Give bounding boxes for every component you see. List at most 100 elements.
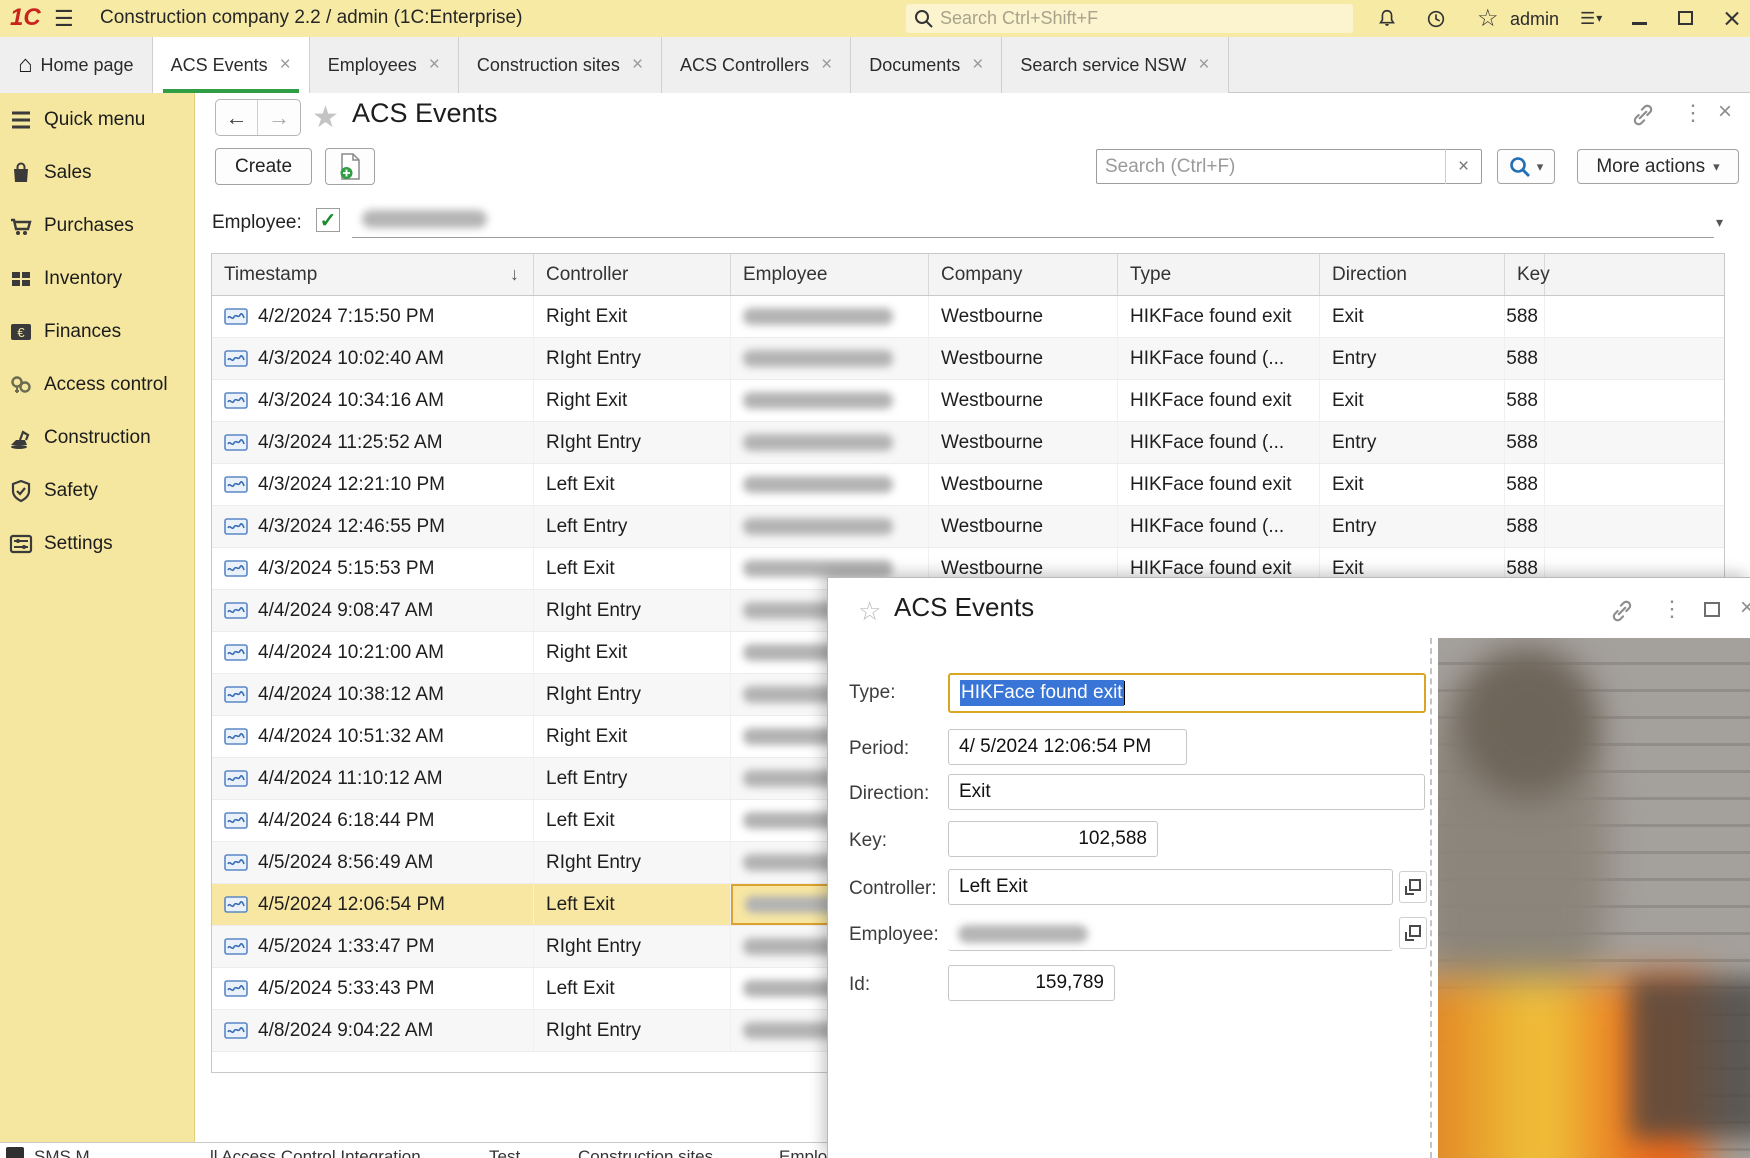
tab-home-page[interactable]: ⌂Home page [0, 37, 153, 93]
cell-key[interactable]: 102,588 [1505, 422, 1545, 463]
employee-filter-checkbox[interactable]: ✓ [316, 208, 340, 232]
cell-direction[interactable]: Exit [1320, 296, 1505, 337]
forward-button[interactable]: → [258, 100, 300, 135]
sidebar-item-settings[interactable]: Settings [0, 517, 194, 570]
cell-employee[interactable] [731, 422, 929, 463]
cell-controller[interactable]: Left Exit [534, 968, 731, 1009]
cell-type[interactable]: HIKFace found (... [1118, 506, 1320, 547]
cell-timestamp[interactable]: 4/4/2024 10:51:32 AM [212, 716, 534, 757]
cell-direction[interactable]: Exit [1320, 380, 1505, 421]
table-row[interactable]: 4/3/2024 10:02:40 AMRIght Entry Westbourn… [212, 338, 1724, 380]
more-actions-button[interactable]: More actions ▾ [1577, 149, 1739, 184]
col-header-company[interactable]: Company [929, 254, 1118, 295]
cell-controller[interactable]: Left Exit [534, 800, 731, 841]
cell-company[interactable]: Westbourne [929, 422, 1118, 463]
cell-timestamp[interactable]: 4/3/2024 12:21:10 PM [212, 464, 534, 505]
minimize-button[interactable] [1632, 22, 1647, 25]
taskbar-item[interactable]: Construction sites [578, 1147, 713, 1158]
cell-direction[interactable]: Entry [1320, 506, 1505, 547]
taskbar-item[interactable]: Test [489, 1147, 520, 1158]
cell-company[interactable]: Westbourne [929, 338, 1118, 379]
cell-timestamp[interactable]: 4/4/2024 6:18:44 PM [212, 800, 534, 841]
search-options-button[interactable]: ▾ [1497, 149, 1555, 184]
cell-controller[interactable]: RIght Entry [534, 422, 731, 463]
tab-search-service-nsw[interactable]: Search service NSW× [1002, 37, 1228, 93]
col-header-controller[interactable]: Controller [534, 254, 731, 295]
period-field[interactable]: 4/ 5/2024 12:06:54 PM [948, 729, 1187, 765]
cell-type[interactable]: HIKFace found (... [1118, 338, 1320, 379]
cell-timestamp[interactable]: 4/3/2024 10:34:16 AM [212, 380, 534, 421]
chevron-down-icon[interactable]: ▾ [1716, 214, 1723, 231]
cell-controller[interactable]: RIght Entry [534, 338, 731, 379]
sidebar-item-sales[interactable]: Sales [0, 146, 194, 199]
maximize-dialog-icon[interactable] [1704, 602, 1720, 617]
create-button[interactable]: Create [215, 148, 312, 185]
cell-employee[interactable] [731, 296, 929, 337]
cell-controller[interactable]: Left Exit [534, 464, 731, 505]
sidebar-item-finances[interactable]: €Finances [0, 305, 194, 358]
cell-timestamp[interactable]: 4/3/2024 10:02:40 AM [212, 338, 534, 379]
cell-type[interactable]: HIKFace found exit [1118, 464, 1320, 505]
employee-filter-combobox[interactable] [352, 204, 1714, 238]
clear-search-icon[interactable]: × [1445, 149, 1481, 184]
table-row[interactable]: 4/2/2024 7:15:50 PMRight ExitWestbourneH… [212, 296, 1724, 338]
cell-controller[interactable]: RIght Entry [534, 1010, 731, 1051]
more-menu-kebab-icon[interactable]: ⋮ [1682, 100, 1704, 126]
favorite-star-icon[interactable]: ☆ [858, 596, 881, 627]
col-header-direction[interactable]: Direction [1320, 254, 1505, 295]
sidebar-item-purchases[interactable]: Purchases [0, 199, 194, 252]
tab-documents[interactable]: Documents× [851, 37, 1002, 93]
back-button[interactable]: ← [216, 100, 258, 135]
cell-type[interactable]: HIKFace found exit [1118, 296, 1320, 337]
cell-company[interactable]: Westbourne [929, 380, 1118, 421]
table-search-input[interactable] [1097, 156, 1445, 178]
sidebar-item-safety[interactable]: Safety [0, 464, 194, 517]
close-panel-icon[interactable]: × [1718, 98, 1732, 126]
tab-acs-controllers[interactable]: ACS Controllers× [662, 37, 851, 93]
col-header-type[interactable]: Type [1118, 254, 1320, 295]
cell-employee[interactable] [731, 506, 929, 547]
col-header-key[interactable]: Key [1505, 254, 1545, 295]
cell-controller[interactable]: Left Exit [534, 548, 731, 589]
id-field[interactable]: 159,789 [948, 965, 1115, 1001]
cell-controller[interactable]: Left Entry [534, 758, 731, 799]
get-link-icon[interactable] [1609, 598, 1635, 624]
table-row[interactable]: 4/3/2024 10:34:16 AMRight ExitWestbourne… [212, 380, 1724, 422]
cell-timestamp[interactable]: 4/5/2024 8:56:49 AM [212, 842, 534, 883]
direction-field[interactable]: Exit [948, 774, 1425, 810]
cell-timestamp[interactable]: 4/3/2024 12:46:55 PM [212, 506, 534, 547]
table-row[interactable]: 4/3/2024 12:46:55 PMLeft EntryWestbourne… [212, 506, 1724, 548]
col-header-timestamp[interactable]: Timestamp↓ [212, 254, 534, 295]
cell-timestamp[interactable]: 4/4/2024 10:21:00 AM [212, 632, 534, 673]
cell-key[interactable]: 102,588 [1505, 296, 1545, 337]
cell-timestamp[interactable]: 4/5/2024 12:06:54 PM [212, 884, 534, 925]
favorite-star-icon[interactable]: ★ [312, 100, 339, 135]
cell-timestamp[interactable]: 4/3/2024 11:25:52 AM [212, 422, 534, 463]
tab-construction-sites[interactable]: Construction sites× [459, 37, 662, 93]
cell-timestamp[interactable]: 4/3/2024 5:15:53 PM [212, 548, 534, 589]
cell-employee[interactable] [731, 338, 929, 379]
cell-direction[interactable]: Entry [1320, 338, 1505, 379]
cell-type[interactable]: HIKFace found (... [1118, 422, 1320, 463]
cell-direction[interactable]: Exit [1320, 464, 1505, 505]
cell-key[interactable]: 102,588 [1505, 380, 1545, 421]
tab-acs-events[interactable]: ACS Events× [153, 37, 310, 93]
new-document-button[interactable] [325, 148, 375, 185]
history-icon[interactable] [1424, 8, 1448, 30]
cell-company[interactable]: Westbourne [929, 506, 1118, 547]
close-tab-icon[interactable]: × [821, 54, 832, 76]
cell-employee[interactable] [731, 464, 929, 505]
cell-key[interactable]: 102,588 [1505, 338, 1545, 379]
cell-type[interactable]: HIKFace found exit [1118, 380, 1320, 421]
open-employee-button[interactable] [1399, 917, 1427, 949]
taskbar-item[interactable]: SMS M [34, 1147, 90, 1158]
close-tab-icon[interactable]: × [429, 54, 440, 76]
controller-field[interactable]: Left Exit [948, 869, 1393, 905]
cell-key[interactable]: 102,588 [1505, 464, 1545, 505]
cell-company[interactable]: Westbourne [929, 464, 1118, 505]
get-link-icon[interactable] [1630, 102, 1656, 128]
cell-controller[interactable]: Right Exit [534, 632, 731, 673]
table-row[interactable]: 4/3/2024 12:21:10 PMLeft Exit WestbourneH… [212, 464, 1724, 506]
dialog-splitter[interactable] [1430, 638, 1432, 1158]
close-tab-icon[interactable]: × [972, 54, 983, 76]
